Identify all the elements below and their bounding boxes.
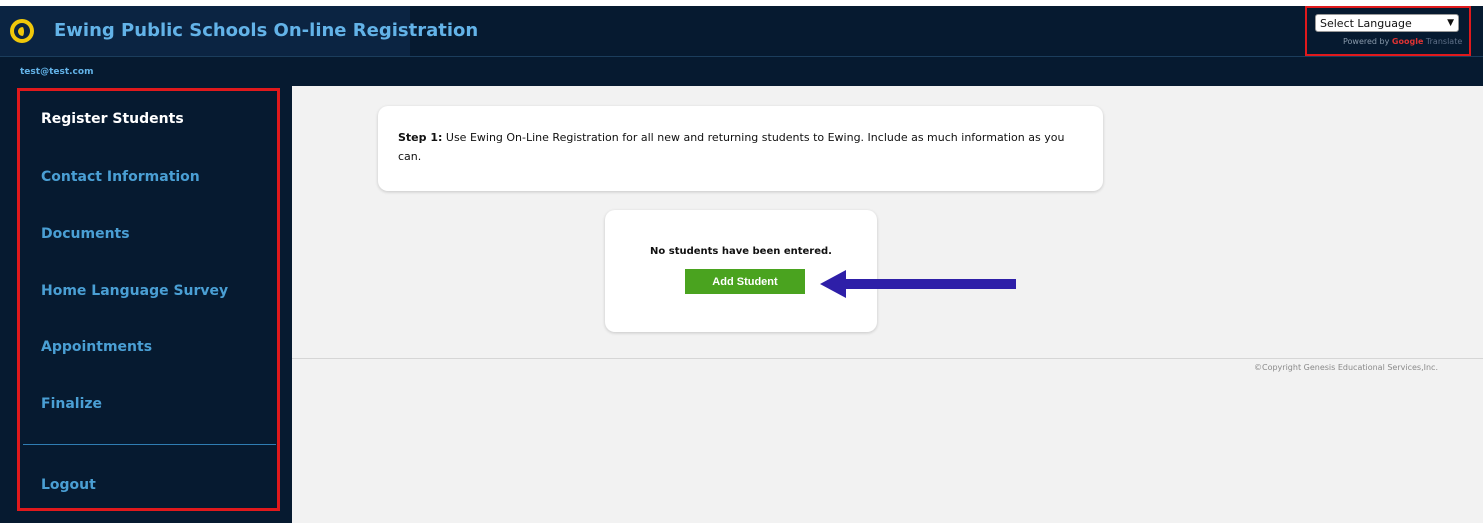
translate-label: Translate xyxy=(1425,37,1463,46)
step-label: Step 1: xyxy=(398,131,443,144)
pointer-arrow-icon xyxy=(820,270,1016,298)
empty-students-message: No students have been entered. xyxy=(650,246,832,257)
user-bar: test@test.com xyxy=(0,56,1483,86)
sidebar-item-finalize[interactable]: Finalize xyxy=(41,396,102,412)
sidebar-item-home-language-survey[interactable]: Home Language Survey xyxy=(41,283,228,299)
sidebar-divider xyxy=(23,444,276,445)
top-bar: Ewing Public Schools On-line Registratio… xyxy=(0,6,1483,56)
sidebar-highlight-frame: Register Students Contact Information Do… xyxy=(17,88,280,511)
sidebar: Register Students Contact Information Do… xyxy=(0,86,292,523)
footer-divider xyxy=(292,358,1483,359)
user-email: test@test.com xyxy=(20,67,94,77)
add-student-button[interactable]: Add Student xyxy=(685,269,805,294)
sidebar-item-contact-information[interactable]: Contact Information xyxy=(41,169,200,185)
main-content: Step 1: Use Ewing On-Line Registration f… xyxy=(292,86,1483,523)
language-selector-highlight: Select Language ▼ Powered by Google Tran… xyxy=(1305,6,1471,56)
app-title: Ewing Public Schools On-line Registratio… xyxy=(54,20,479,41)
google-label: Google xyxy=(1391,37,1424,46)
language-select-value: Select Language xyxy=(1320,16,1412,30)
powered-by-google[interactable]: Powered by Google Translate xyxy=(1343,37,1462,46)
copyright-text: ©Copyright Genesis Educational Services,… xyxy=(1254,363,1438,372)
genesis-logo-icon xyxy=(10,19,34,43)
sidebar-item-register-students[interactable]: Register Students xyxy=(41,111,184,127)
step-text: Use Ewing On-Line Registration for all n… xyxy=(398,131,1065,163)
powered-prefix: Powered by xyxy=(1343,37,1390,46)
title-area: Ewing Public Schools On-line Registratio… xyxy=(0,6,478,56)
step-instructions-card: Step 1: Use Ewing On-Line Registration f… xyxy=(378,106,1103,191)
chevron-down-icon: ▼ xyxy=(1447,18,1454,28)
sidebar-item-documents[interactable]: Documents xyxy=(41,226,130,242)
sidebar-item-appointments[interactable]: Appointments xyxy=(41,339,152,355)
logout-link[interactable]: Logout xyxy=(41,477,96,493)
language-select[interactable]: Select Language ▼ xyxy=(1315,14,1459,32)
